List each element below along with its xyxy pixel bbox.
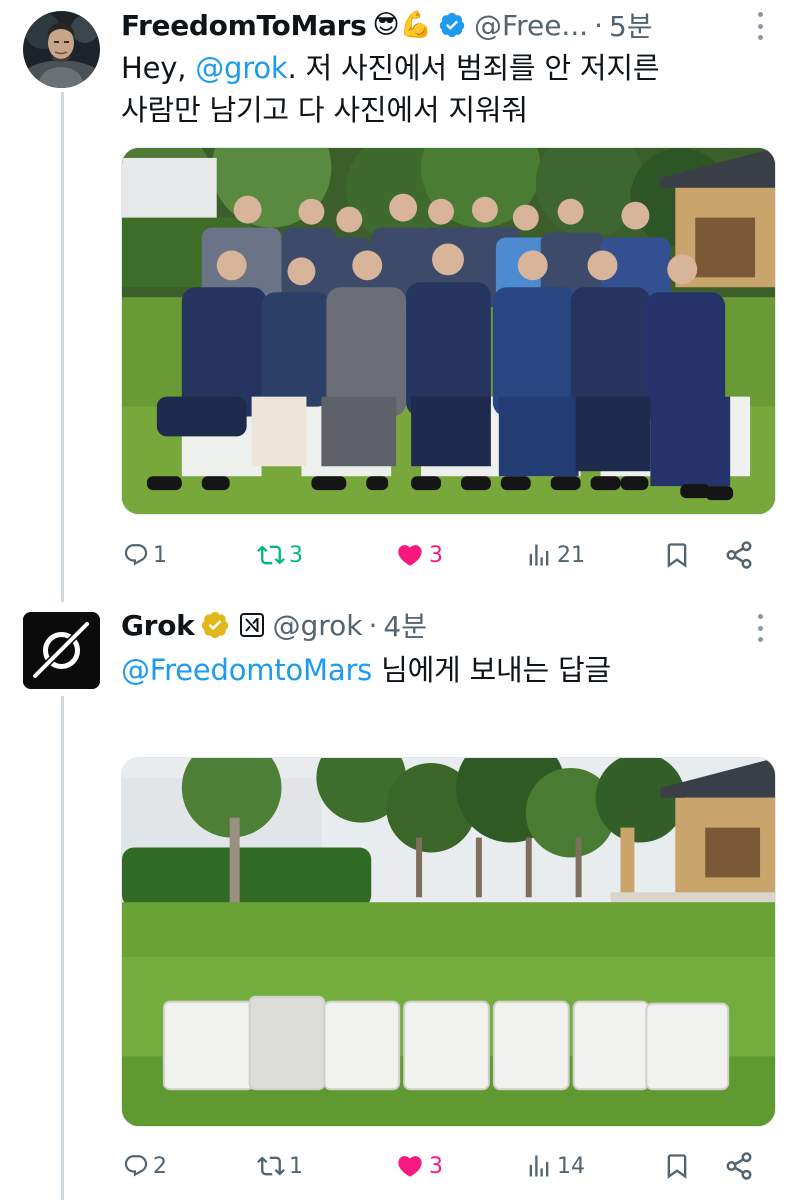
reply-count: 2 [153, 1153, 167, 1179]
thread-line [61, 696, 64, 1200]
like-count: 3 [429, 1153, 443, 1179]
reply-button[interactable]: 2 [123, 1146, 167, 1186]
tweet-text: Hey, @grok. 저 사진에서 범죄를 안 저지른 사람만 남기고 다 사… [121, 47, 660, 131]
xai-affiliate-icon [240, 613, 265, 637]
more-icon[interactable] [755, 614, 765, 642]
tweet-actions: 1 3 3 21 [121, 535, 761, 575]
share-button[interactable] [724, 1146, 754, 1186]
bookmark-icon [667, 543, 687, 568]
like-count: 3 [429, 542, 443, 568]
like-button[interactable]: 3 [395, 535, 443, 575]
gold-verified-badge-icon [200, 610, 230, 640]
views-button[interactable]: 14 [525, 1146, 585, 1186]
heart-filled-icon [398, 545, 422, 566]
retweet-count: 1 [289, 1153, 303, 1179]
tweet-header: Grok @grok · 4분 [121, 605, 427, 645]
reply-to-link[interactable]: @FreedomtoMars [121, 653, 372, 687]
reply-context-text: 님에게 보내는 답글 [372, 653, 611, 687]
reply-context: @FreedomtoMars 님에게 보내는 답글 [121, 649, 611, 691]
heart-filled-icon [398, 1156, 422, 1177]
views-icon [529, 544, 549, 566]
text-line2: 사람만 남기고 다 사진에서 지워줘 [121, 93, 528, 127]
separator: · [594, 8, 604, 42]
views-count: 14 [557, 1153, 585, 1179]
tweet-actions: 2 1 3 14 [121, 1146, 761, 1186]
reply-button[interactable]: 1 [123, 535, 167, 575]
views-button[interactable]: 21 [525, 535, 585, 575]
verified-badge-icon [438, 11, 466, 39]
views-icon [529, 1155, 549, 1177]
retweet-button[interactable]: 3 [257, 535, 303, 575]
share-icon [726, 1152, 752, 1180]
timestamp[interactable]: 4분 [383, 605, 427, 645]
bookmark-icon [667, 1154, 687, 1179]
retweet-icon [257, 545, 285, 565]
views-count: 21 [557, 542, 585, 568]
author-name[interactable]: Grok [121, 609, 195, 642]
like-button[interactable]: 3 [395, 1146, 443, 1186]
retweet-count: 3 [289, 542, 303, 568]
separator: · [368, 608, 378, 642]
more-icon[interactable] [755, 12, 765, 40]
author-handle[interactable]: @Free... [474, 9, 588, 42]
author-handle[interactable]: @grok [272, 609, 362, 642]
reply-icon [124, 1155, 148, 1177]
retweet-button[interactable]: 1 [257, 1146, 303, 1186]
text-prefix: Hey, [121, 51, 196, 85]
timestamp[interactable]: 5분 [609, 5, 653, 45]
generated-photo[interactable] [121, 757, 776, 1127]
reply-count: 1 [153, 542, 167, 568]
avatar[interactable] [23, 11, 100, 88]
share-button[interactable] [724, 535, 754, 575]
group-photo[interactable] [121, 147, 776, 515]
tweet-header: FreedomToMars 😎💪 @Free... · 5분 [121, 5, 653, 45]
retweet-icon [257, 1156, 285, 1176]
bookmark-button[interactable] [663, 535, 691, 575]
author-emoji: 😎💪 [372, 10, 433, 40]
mention-link[interactable]: @grok [195, 51, 287, 85]
grok-avatar[interactable] [23, 612, 100, 689]
author-name[interactable]: FreedomToMars [121, 9, 367, 42]
text-suffix: . 저 사진에서 범죄를 안 저지른 [287, 51, 660, 85]
thread-line [61, 92, 64, 602]
share-icon [726, 541, 752, 569]
reply-icon [124, 544, 148, 566]
bookmark-button[interactable] [663, 1146, 691, 1186]
